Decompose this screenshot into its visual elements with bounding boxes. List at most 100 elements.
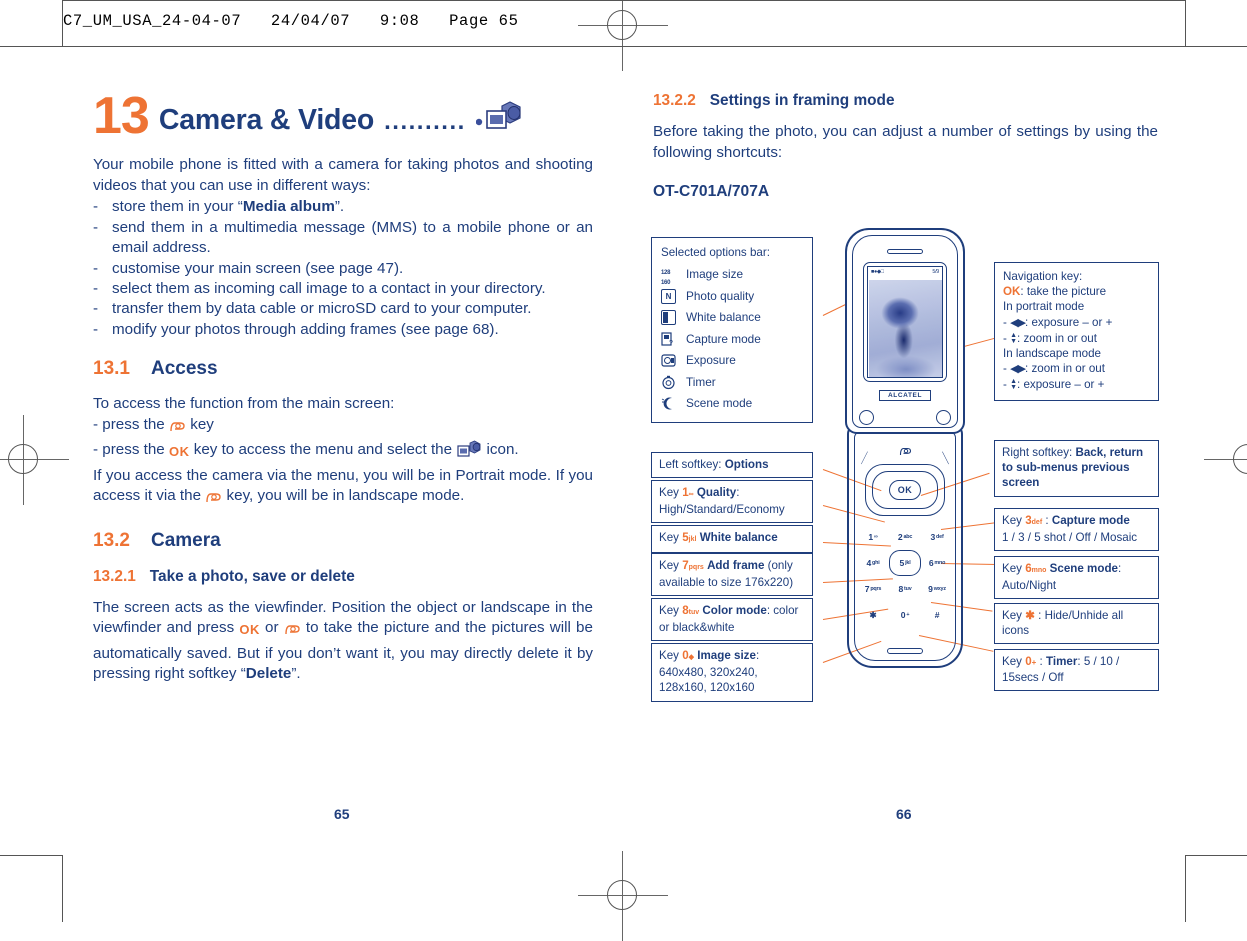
access-note: If you access the camera via the menu, y… <box>93 466 593 512</box>
brand-logo: ALCATEL <box>879 390 931 401</box>
row-text: : zoom in or out <box>1025 362 1105 376</box>
key-hash[interactable]: # <box>921 602 953 628</box>
right-page-column: 13.2.2 Settings in framing mode Before t… <box>653 88 1158 201</box>
section-number: 13.2 <box>93 529 130 551</box>
bullet-dash: - <box>93 259 99 277</box>
list-item-text: send them in a multimedia message (MMS) … <box>112 218 593 257</box>
key-3[interactable]: 3 def <box>921 524 953 550</box>
access-note-part2: key, you will be in landscape mode. <box>226 487 465 505</box>
list-item: Timer <box>661 372 804 394</box>
list-item: Exposure <box>661 350 804 372</box>
bullet-dash: - <box>93 198 99 216</box>
intro-paragraph: Your mobile phone is fitted with a camer… <box>93 156 593 194</box>
options-bar-list: 128 160 Image size N Photo quality White… <box>661 264 804 415</box>
page-number-right: 66 <box>896 806 912 822</box>
trim-line-bottom-left <box>0 855 62 856</box>
callout-prefix: Key <box>659 559 683 572</box>
registration-mark-right <box>1204 415 1247 505</box>
hinge-right <box>936 410 951 425</box>
option-label: Scene mode <box>686 396 753 411</box>
key-8[interactable]: 8 tuv <box>889 576 921 602</box>
callout-prefix: Key <box>1002 562 1026 575</box>
key-sublabel: + <box>906 612 910 618</box>
section-heading-13-2: 13.2 Camera <box>93 530 593 552</box>
key-sublabel: def <box>1031 519 1043 526</box>
viewfinder-part3: ”. <box>291 665 301 683</box>
ok-key-glyph: OK <box>168 444 190 460</box>
key-label: 9 <box>928 584 933 594</box>
callout-mid: : <box>1036 655 1046 668</box>
key-7[interactable]: 7 pqrs <box>857 576 889 602</box>
callout-right-softkey: Right softkey: Back, return to sub-menus… <box>994 440 1159 497</box>
callout-mid: : <box>1034 609 1045 622</box>
key-sublabel: jkl <box>905 560 911 566</box>
device-model-name: OT-C701A/707A <box>653 183 770 200</box>
options-bar-heading: Selected options bar: <box>661 246 770 259</box>
callout-bold: Image size <box>697 649 756 662</box>
option-label: Timer <box>686 374 716 389</box>
bullet-dash: - <box>93 300 99 318</box>
key-1[interactable]: 1 ∞ <box>857 524 889 550</box>
key-sublabel: def <box>936 534 944 540</box>
navigation-key-portrait-heading: In portrait mode <box>1003 300 1085 314</box>
section-title: Settings in framing mode <box>709 92 895 109</box>
option-label: Exposure <box>686 353 736 368</box>
key-sublabel: tuv <box>904 586 912 592</box>
list-item: White balance <box>661 307 804 329</box>
access-step-1-before: - press the <box>93 415 165 433</box>
header-rule-bottom <box>62 46 1185 47</box>
key-9[interactable]: 9 wxyz <box>921 576 953 602</box>
key-5[interactable]: 5 jkl <box>889 550 921 576</box>
callout-key-0-image-size: Key 0◆ Image size: 640x480, 320x240, 128… <box>651 643 813 702</box>
navigation-key-landscape-row-2: - ▲ ▼: exposure – or + <box>1003 377 1151 392</box>
list-item: - send them in a multimedia message (MMS… <box>93 218 593 259</box>
hinge-left <box>859 410 874 425</box>
earpiece-speaker <box>887 249 923 254</box>
key-label: 8 <box>898 584 904 594</box>
trim-line-right <box>1185 0 1186 46</box>
list-item: N Photo quality <box>661 286 804 308</box>
key-label: 6 <box>928 558 934 568</box>
callout-suffix: 1 / 3 / 5 shot / Off / Mosaic <box>1002 531 1138 545</box>
callout-key-6-scene-mode: Key 6mno Scene mode: Auto/Night <box>994 556 1159 600</box>
key-4[interactable]: 4 ghi <box>857 550 889 576</box>
key-star[interactable]: ✱ <box>857 602 889 628</box>
callout-key-1-quality: Key 1∞ Quality: High/Standard/Economy <box>651 480 813 524</box>
photo-quality-icon: N <box>661 288 676 304</box>
list-item: ? Capture mode <box>661 329 804 351</box>
registration-mark-top <box>578 0 668 71</box>
access-step-2-mid: key to access the menu and select the <box>193 441 453 459</box>
ok-button[interactable]: OK <box>889 480 921 500</box>
key-2[interactable]: 2 abc <box>889 524 921 550</box>
section-title: Access <box>150 358 218 380</box>
left-right-arrow-icon: ◀▶ <box>1010 363 1026 376</box>
row-dash: - <box>1003 378 1007 392</box>
trim-line-left-bottom <box>62 855 63 922</box>
callout-navigation-key: Navigation key: OK: take the picture In … <box>994 262 1159 401</box>
viewfinder-lion-photo <box>869 280 942 377</box>
key-sublabel: ◆ <box>688 654 695 661</box>
list-item: - transfer them by data cable or microSD… <box>93 299 593 319</box>
key-6[interactable]: 6 mno <box>921 550 953 576</box>
navigation-key-heading: Navigation key: <box>1003 270 1083 283</box>
key-label: 3 <box>930 532 936 542</box>
row-dash: - <box>1003 315 1007 329</box>
navigation-key-landscape-heading: In landscape mode <box>1003 347 1101 361</box>
microphone-slot <box>887 648 923 654</box>
callout-key-5-white-balance: Key 5jkl White balance <box>651 525 813 554</box>
list-item: - customise your main screen (see page 4… <box>93 259 593 279</box>
list-item: - store them in your “Media album”. <box>93 197 593 217</box>
section-number: 13.1 <box>93 358 130 380</box>
list-item-text: modify your photos through adding frames… <box>112 320 499 338</box>
photo-quality-icon-letter: N <box>661 288 676 304</box>
camera-shortcut-key[interactable] <box>899 446 912 459</box>
feature-bullet-list: - store them in your “Media album”. - se… <box>93 197 593 340</box>
callout-prefix: Key <box>659 649 683 662</box>
key-label: 1 <box>868 532 873 542</box>
left-right-arrow-icon: ◀▶ <box>1010 316 1026 329</box>
callout-bold: Timer <box>1046 655 1078 668</box>
row-text: : exposure – or + <box>1017 378 1105 392</box>
key-0[interactable]: 0 + <box>889 602 921 628</box>
callout-prefix: Left softkey: <box>659 458 725 471</box>
access-step-2-before: - press the <box>93 441 165 459</box>
